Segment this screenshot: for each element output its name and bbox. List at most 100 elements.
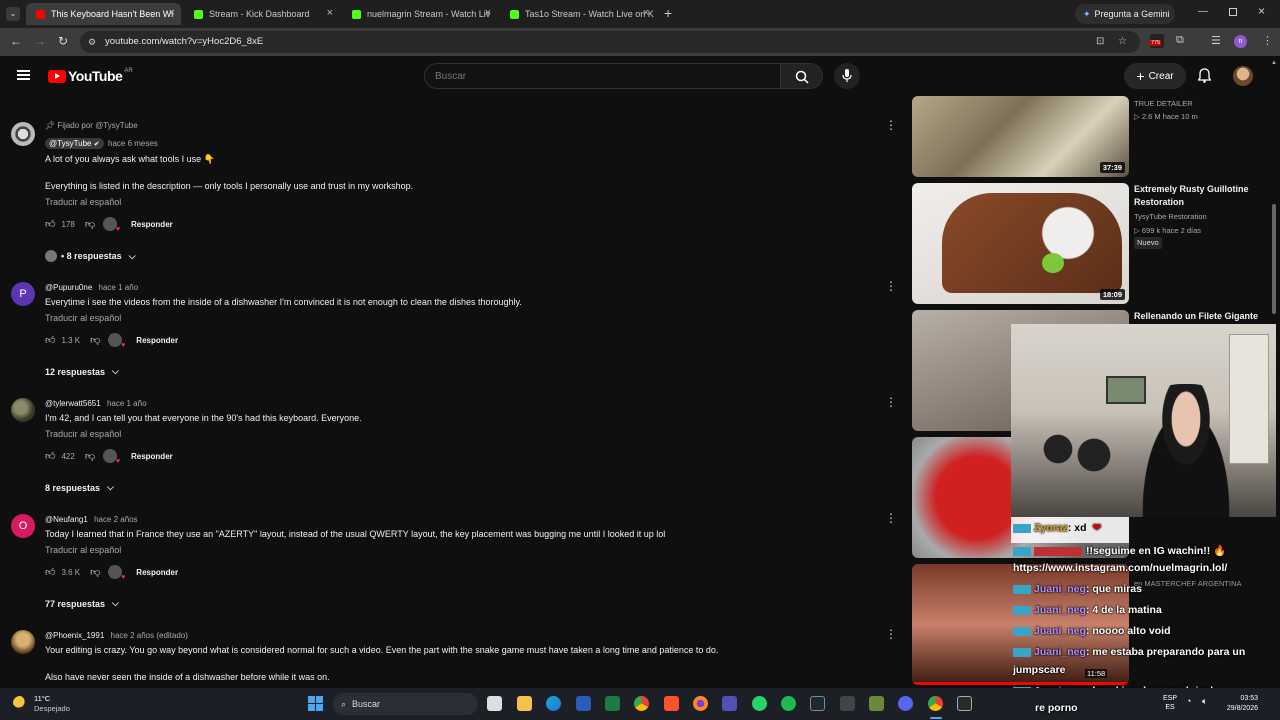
comment-handle[interactable]: @tylerwatt5651 [45, 399, 101, 408]
task-view-icon[interactable] [487, 696, 502, 711]
sidebar-scroll-up-icon[interactable]: ▲ [1271, 60, 1277, 66]
close-tab-icon[interactable]: × [169, 7, 175, 19]
brave-icon[interactable] [664, 696, 679, 711]
search-button[interactable] [781, 63, 823, 89]
like-icon[interactable]: 👍︎ [45, 450, 55, 462]
url-bar[interactable]: ⚙ youtube.com/watch?v=yHoc2D6_8xE ⊡ ☆ [80, 31, 1140, 53]
volume-icon[interactable]: 🔈︎ [1202, 696, 1207, 707]
search-box[interactable] [424, 63, 781, 89]
like-icon[interactable]: 👍︎ [45, 566, 55, 578]
comment-handle[interactable]: @Phoenix_1991 [45, 631, 104, 640]
video-channel[interactable]: en MASTERCHEF ARGENTINA [1134, 577, 1242, 590]
replies-toggle[interactable]: • 8 respuestas ⌵ [45, 250, 136, 262]
comment-time[interactable]: hace 6 meses [108, 139, 158, 148]
tab-youtube[interactable]: This Keyboard Hasn't Been Wi × [26, 3, 181, 25]
puzzle-extensions-icon[interactable]: ⧉ [1176, 34, 1184, 47]
search-input[interactable] [425, 64, 725, 88]
kebab-menu-icon[interactable]: ⋮ [885, 118, 897, 132]
kebab-menu-icon[interactable]: ⋮ [885, 279, 897, 293]
weather-temp[interactable]: 11°C [34, 694, 50, 703]
notifications-bell-icon[interactable] [1197, 68, 1212, 83]
chat-link[interactable]: https://www.instagram.com/nuelmagrin.lol… [1013, 562, 1227, 574]
translate-link[interactable]: Traducir al español [45, 197, 121, 207]
comment-handle[interactable]: @Pupuru0ne [45, 283, 92, 292]
tab-kick-dashboard[interactable]: Stream - Kick Dashboard × [184, 3, 339, 25]
close-tab-icon[interactable]: × [643, 7, 649, 19]
video-channel[interactable]: TRUE DETAILER [1134, 97, 1193, 110]
translate-link[interactable]: Traducir al español [45, 313, 121, 323]
reading-list-icon[interactable]: ☰ [1211, 34, 1221, 47]
site-info-icon[interactable]: ⚙ [88, 31, 96, 53]
dislike-icon[interactable]: 👎︎ [90, 566, 100, 578]
comment-avatar[interactable] [11, 630, 35, 654]
reload-icon[interactable]: ↻ [58, 34, 68, 48]
close-window-button[interactable]: × [1258, 4, 1265, 18]
minecraft-icon[interactable] [869, 696, 884, 711]
replies-toggle[interactable]: 12 respuestas ⌵ [45, 366, 119, 377]
gemini-button[interactable]: ✦ Pregunta a Gemini [1075, 4, 1175, 24]
file-explorer-icon[interactable] [517, 696, 532, 711]
chrome-active-icon[interactable] [928, 696, 943, 711]
video-thumbnail[interactable]: 18:09 [912, 183, 1129, 304]
start-button[interactable] [308, 696, 323, 711]
video-thumbnail[interactable]: 37:39 [912, 96, 1129, 177]
comment-time[interactable]: hace 1 año [99, 283, 139, 292]
kebab-menu-icon[interactable]: ⋮ [885, 511, 897, 525]
language-indicator[interactable]: ESP ES [1163, 694, 1177, 712]
dislike-icon[interactable]: 👎︎ [85, 450, 95, 462]
comment-avatar[interactable] [11, 122, 35, 146]
system-clock[interactable]: 03:53 29/8/2026 [1218, 694, 1258, 714]
discord-icon[interactable] [898, 696, 913, 711]
comment-avatar[interactable]: O [11, 514, 35, 538]
steam-icon[interactable] [810, 696, 825, 711]
youtube-logo[interactable]: YouTube AR [48, 68, 133, 84]
weather-icon[interactable] [13, 696, 27, 710]
kebab-menu-icon[interactable]: ⋮ [885, 395, 897, 409]
comment-avatar[interactable]: P [11, 282, 35, 306]
extension-icon[interactable]: 775 [1150, 34, 1164, 48]
spotify-icon[interactable] [781, 696, 796, 711]
replies-toggle[interactable]: 8 respuestas ⌵ [45, 482, 114, 493]
video-title[interactable]: Rellenando un Filete Gigante [1134, 310, 1264, 323]
page-scrollbar[interactable] [1272, 204, 1276, 314]
kebab-menu-icon[interactable]: ⋮ [885, 627, 897, 641]
install-icon[interactable]: ⊡ [1096, 31, 1104, 53]
author-badge[interactable]: @TysyTube ✔ [45, 138, 104, 149]
translate-link[interactable]: Traducir al español [45, 545, 121, 555]
tab-nuelmagrin-stream[interactable]: nuelmagrin Stream - Watch Liv × [342, 3, 497, 25]
word-icon[interactable] [576, 696, 591, 711]
create-button[interactable]: + Crear [1124, 63, 1186, 89]
tab-search-button[interactable]: ⌄ [6, 7, 20, 21]
tab-tas1o-stream[interactable]: Tas1o Stream - Watch Live on K × [500, 3, 655, 25]
wifi-icon[interactable]: ◔ [1186, 696, 1191, 706]
video-channel[interactable]: TysyTube Restoration [1134, 210, 1207, 223]
profile-avatar[interactable]: n [1234, 35, 1247, 48]
comment-avatar[interactable] [11, 398, 35, 422]
comment-time[interactable]: hace 2 años [94, 515, 138, 524]
comment-handle[interactable]: @Neufang1 [45, 515, 88, 524]
hamburger-menu-icon[interactable] [17, 70, 30, 80]
taskbar-search[interactable]: ⌕ Buscar [333, 693, 478, 715]
edge-icon[interactable] [546, 696, 561, 711]
close-tab-icon[interactable]: × [485, 7, 491, 19]
whatsapp-icon[interactable] [752, 696, 767, 711]
comment-time[interactable]: hace 1 año [107, 399, 147, 408]
app-icon[interactable] [840, 696, 855, 711]
account-avatar[interactable] [1233, 66, 1253, 86]
forward-icon[interactable]: → [34, 34, 46, 48]
reply-button[interactable]: Responder [131, 220, 173, 229]
reply-button[interactable]: Responder [131, 452, 173, 461]
minimize-button[interactable]: — [1198, 6, 1208, 17]
translate-link[interactable]: Traducir al español [45, 429, 121, 439]
voice-search-button[interactable] [834, 63, 860, 89]
close-tab-icon[interactable]: × [327, 7, 333, 19]
excel-icon[interactable] [605, 696, 620, 711]
reply-button[interactable]: Responder [136, 568, 178, 577]
comment-time[interactable]: hace 2 años (editado) [111, 631, 188, 640]
video-title[interactable]: Extremely Rusty Guillotine Restoration [1134, 183, 1264, 209]
like-icon[interactable]: 👍︎ [45, 218, 55, 230]
browser-menu-icon[interactable]: ⋮ [1262, 34, 1273, 47]
reply-button[interactable]: Responder [136, 336, 178, 345]
bookmark-star-icon[interactable]: ☆ [1118, 31, 1127, 53]
dislike-icon[interactable]: 👎︎ [85, 218, 95, 230]
